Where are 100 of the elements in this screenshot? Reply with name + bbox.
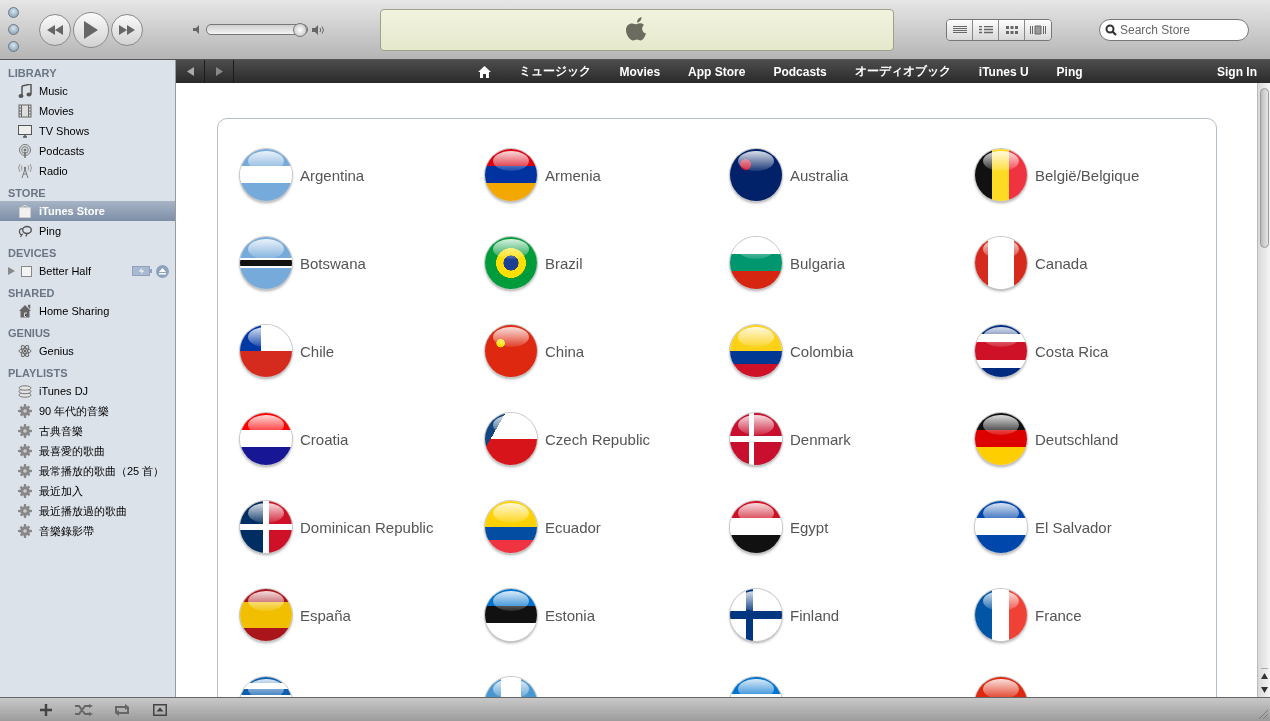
country-link[interactable]: Chile <box>300 342 335 360</box>
nav-link[interactable]: オーディオブック <box>854 63 951 80</box>
grid-view-button[interactable] <box>999 19 1025 40</box>
sidebar-item[interactable]: 最近播放過的歌曲 <box>0 501 175 521</box>
flag-icon[interactable] <box>485 589 537 641</box>
sidebar-item[interactable]: Better Half <box>0 261 175 281</box>
album-list-view-button[interactable] <box>973 19 999 40</box>
country-link[interactable]: Deutschland <box>1035 430 1119 448</box>
eject-icon[interactable] <box>156 264 169 278</box>
minimize-button[interactable] <box>8 24 19 35</box>
country-link[interactable]: Bulgaria <box>790 254 846 272</box>
country-link[interactable]: France <box>1035 606 1082 624</box>
plus-icon <box>40 703 52 716</box>
country-link[interactable]: Finland <box>790 606 840 624</box>
sidebar-item[interactable]: Podcasts <box>0 141 175 161</box>
list-view-button[interactable] <box>947 19 973 40</box>
section-heading: DEVICES <box>7 246 58 261</box>
gear-icon <box>18 404 32 418</box>
section-heading: SHARED <box>7 286 56 301</box>
sidebar-item[interactable]: Genius <box>0 341 175 361</box>
country-link[interactable]: Estonia <box>545 606 596 624</box>
flag-icon[interactable] <box>975 413 1027 465</box>
country-link[interactable]: China <box>545 342 585 360</box>
country-link[interactable]: Egypt <box>790 518 829 536</box>
disc-stack-icon <box>18 384 32 398</box>
country-link[interactable]: Croatia <box>300 430 349 448</box>
battery-icon <box>132 266 152 276</box>
home-icon[interactable] <box>478 65 492 78</box>
country-link[interactable]: Argentina <box>300 166 365 184</box>
fast-forward-button[interactable] <box>111 13 143 46</box>
country-link[interactable]: Brazil <box>545 254 583 272</box>
flag-icon[interactable] <box>730 501 782 553</box>
flag-icon[interactable] <box>485 413 537 465</box>
close-button[interactable] <box>8 7 19 18</box>
flag-icon[interactable] <box>485 149 537 201</box>
cover-flow-icon <box>1030 24 1046 35</box>
volume-thumb[interactable] <box>293 23 307 37</box>
country-link[interactable]: Ecuador <box>545 518 601 536</box>
cover-flow-button[interactable] <box>1025 19 1051 40</box>
sidebar-item[interactable]: Movies <box>0 101 175 121</box>
flag-icon[interactable] <box>240 325 292 377</box>
country-link[interactable]: Armenia <box>545 166 601 184</box>
sidebar-item[interactable]: 音樂錄影帶 <box>0 521 175 541</box>
country-link[interactable]: El Salvador <box>1035 518 1112 536</box>
sidebar-item[interactable]: 最近加入 <box>0 481 175 501</box>
left-arrow-icon <box>186 67 194 76</box>
view-switcher[interactable] <box>946 18 1052 41</box>
artwork-icon <box>153 703 167 716</box>
zoom-button[interactable] <box>8 41 19 52</box>
sidebar-item[interactable]: TV Shows <box>0 121 175 141</box>
scroll-bar[interactable] <box>1257 83 1270 697</box>
country-link[interactable]: Costa Rica <box>1035 342 1109 360</box>
flag-icon[interactable] <box>730 325 782 377</box>
nav-link[interactable]: Podcasts <box>773 64 827 79</box>
sidebar-item[interactable]: 古典音樂 <box>0 421 175 441</box>
flag-icon[interactable] <box>240 589 292 641</box>
flag-icon[interactable] <box>730 149 782 201</box>
nav-link[interactable]: ミュージック <box>519 63 592 80</box>
country-link[interactable]: Denmark <box>790 430 851 448</box>
flag-icon[interactable] <box>240 237 292 289</box>
sidebar-item[interactable]: Ping <box>0 221 175 241</box>
sidebar-item[interactable]: Music <box>0 81 175 101</box>
rewind-button[interactable] <box>39 13 71 46</box>
sidebar-item[interactable]: Home Sharing <box>0 301 175 321</box>
nav-link[interactable]: Ping <box>1056 64 1083 79</box>
volume-slider[interactable] <box>206 24 308 35</box>
country-link[interactable]: España <box>300 606 351 624</box>
flag-icon[interactable] <box>730 589 782 641</box>
search-field[interactable]: Search Store <box>1120 20 1248 39</box>
nav-link[interactable]: Movies <box>619 64 661 79</box>
sidebar-item[interactable]: iTunes DJ <box>0 381 175 401</box>
search-field[interactable]: Search Store <box>1099 18 1249 41</box>
flag-icon[interactable] <box>485 501 537 553</box>
flag-icon[interactable] <box>485 237 537 289</box>
country-link[interactable]: Dominican Republic <box>300 518 434 536</box>
nav-link[interactable]: App Store <box>688 64 746 79</box>
flag-icon[interactable] <box>975 325 1027 377</box>
nav-link[interactable]: iTunes U <box>978 64 1029 79</box>
sidebar-item[interactable]: 90 年代的音樂 <box>0 401 175 421</box>
country-link[interactable]: Colombia <box>790 342 854 360</box>
play-button[interactable] <box>73 11 109 48</box>
flag-icon[interactable] <box>975 589 1027 641</box>
list-icon <box>978 25 993 34</box>
country-link[interactable]: Australia <box>790 166 849 184</box>
flag-icon[interactable] <box>975 149 1027 201</box>
flag-icon[interactable] <box>240 413 292 465</box>
country-link[interactable]: Botswana <box>300 254 366 272</box>
disclosure-triangle-icon[interactable] <box>7 267 15 275</box>
country-link[interactable]: België/Belgique <box>1035 166 1140 184</box>
sidebar-item[interactable]: 最常播放的歌曲（25 首） <box>0 461 175 481</box>
atom-icon <box>18 344 32 358</box>
sidebar-item[interactable]: 最喜愛的歌曲 <box>0 441 175 461</box>
country-link[interactable]: Czech Republic <box>545 430 651 448</box>
sign-in-link[interactable]: Sign In <box>1217 64 1257 79</box>
country-link[interactable]: Canada <box>1035 254 1088 272</box>
sidebar-item[interactable]: Radio <box>0 161 175 181</box>
gear-icon <box>18 464 32 478</box>
flag-icon[interactable] <box>240 501 292 553</box>
flag-icon[interactable] <box>975 501 1027 553</box>
shopping-bag-icon <box>18 204 32 218</box>
